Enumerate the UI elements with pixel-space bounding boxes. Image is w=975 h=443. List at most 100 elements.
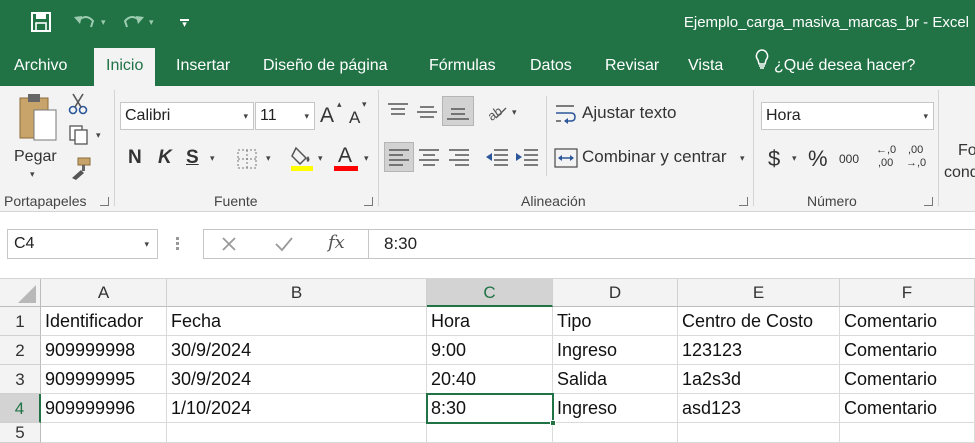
- underline-button[interactable]: S: [186, 147, 199, 169]
- cell-d3[interactable]: Salida: [553, 365, 678, 394]
- currency-button[interactable]: $: [768, 146, 780, 172]
- align-right-icon[interactable]: [446, 143, 472, 176]
- column-header-f[interactable]: F: [840, 279, 975, 307]
- tab-datos[interactable]: Datos: [530, 48, 572, 86]
- decrease-decimal-button[interactable]: ,00 →,0: [906, 144, 936, 172]
- tab-archivo[interactable]: Archivo: [14, 48, 67, 86]
- row-header-4[interactable]: 4: [0, 394, 41, 423]
- cancel-icon[interactable]: [220, 235, 238, 258]
- cell-c5[interactable]: [427, 423, 553, 443]
- format-painter-icon[interactable]: [68, 156, 92, 185]
- font-color-button[interactable]: A: [334, 144, 360, 172]
- undo-icon[interactable]: [72, 10, 98, 34]
- cell-f2[interactable]: Comentario: [840, 336, 975, 365]
- bold-button[interactable]: N: [128, 147, 142, 169]
- cell-a5[interactable]: [41, 423, 167, 443]
- column-header-b[interactable]: B: [167, 279, 427, 307]
- undo-dropdown-icon[interactable]: ▾: [101, 10, 106, 34]
- paste-dropdown-icon[interactable]: ▾: [30, 169, 35, 180]
- cell-a2[interactable]: 909999998: [41, 336, 167, 365]
- redo-icon[interactable]: [120, 10, 146, 34]
- formula-input[interactable]: 8:30: [368, 229, 975, 259]
- shrink-font-button[interactable]: A: [349, 108, 360, 128]
- tab-formulas[interactable]: Fórmulas: [429, 48, 496, 86]
- cell-d4[interactable]: Ingreso: [553, 394, 678, 423]
- row-header-2[interactable]: 2: [0, 336, 41, 365]
- copy-icon[interactable]: [68, 124, 90, 151]
- column-header-d[interactable]: D: [553, 279, 678, 307]
- cell-d5[interactable]: [553, 423, 678, 443]
- tab-revisar[interactable]: Revisar: [605, 48, 659, 86]
- select-all-button[interactable]: [0, 279, 41, 307]
- fill-color-icon[interactable]: [290, 144, 316, 177]
- cell-e1[interactable]: Centro de Costo: [678, 307, 840, 336]
- font-name-dropdown[interactable]: Calibri ▾: [120, 102, 254, 130]
- tab-diseno-de-pagina[interactable]: Diseño de página: [263, 48, 388, 86]
- tab-inicio[interactable]: Inicio: [94, 48, 156, 86]
- align-center-icon[interactable]: [416, 143, 442, 176]
- cell-e3[interactable]: 1a2s3d: [678, 365, 840, 394]
- number-format-dropdown[interactable]: Hora ▾: [761, 102, 934, 130]
- cell-e4[interactable]: asd123: [678, 394, 840, 423]
- cell-e5[interactable]: [678, 423, 840, 443]
- increase-decimal-button[interactable]: ←,0 ,00: [876, 144, 904, 172]
- orientation-icon[interactable]: ab: [485, 100, 508, 127]
- cell-b1[interactable]: Fecha: [167, 307, 427, 336]
- cell-a1[interactable]: Identificador: [41, 307, 167, 336]
- orientation-dropdown-icon[interactable]: ▾: [512, 108, 517, 117]
- cell-f4[interactable]: Comentario: [840, 394, 975, 423]
- font-launcher-icon[interactable]: [364, 197, 373, 206]
- alignment-launcher-icon[interactable]: [739, 197, 748, 206]
- row-header-3[interactable]: 3: [0, 365, 41, 394]
- italic-button[interactable]: K: [158, 147, 172, 169]
- tell-me-search[interactable]: ¿Qué desea hacer?: [754, 48, 915, 86]
- save-icon[interactable]: [30, 10, 52, 34]
- grow-font-button[interactable]: A: [320, 104, 334, 128]
- copy-dropdown-icon[interactable]: ▾: [96, 131, 101, 140]
- cell-b2[interactable]: 30/9/2024: [167, 336, 427, 365]
- thousands-button[interactable]: 000: [839, 152, 859, 166]
- cell-a4[interactable]: 909999996: [41, 394, 167, 423]
- cell-e2[interactable]: 123123: [678, 336, 840, 365]
- cell-b4[interactable]: 1/10/2024: [167, 394, 427, 423]
- redo-dropdown-icon[interactable]: ▾: [149, 10, 154, 34]
- cell-f5[interactable]: [840, 423, 975, 443]
- align-left-button[interactable]: [384, 142, 414, 172]
- conditional-format-button[interactable]: Fo cond: [944, 138, 975, 188]
- borders-icon[interactable]: [236, 148, 258, 175]
- merge-center-button[interactable]: Combinar y centrar ▾: [554, 146, 754, 172]
- cell-c3[interactable]: 20:40: [427, 365, 553, 394]
- decrease-indent-icon[interactable]: [484, 143, 510, 176]
- increase-indent-icon[interactable]: [514, 143, 540, 176]
- tab-insertar[interactable]: Insertar: [176, 48, 230, 86]
- cell-f1[interactable]: Comentario: [840, 307, 975, 336]
- name-box[interactable]: C4 ▾: [7, 229, 158, 259]
- cell-b3[interactable]: 30/9/2024: [167, 365, 427, 394]
- insert-function-icon[interactable]: fx: [328, 232, 345, 253]
- column-header-c[interactable]: C: [427, 279, 553, 307]
- cell-f3[interactable]: Comentario: [840, 365, 975, 394]
- confirm-icon[interactable]: [274, 235, 294, 258]
- font-size-dropdown[interactable]: 11 ▾: [255, 102, 315, 130]
- number-launcher-icon[interactable]: [924, 197, 933, 206]
- cell-d2[interactable]: Ingreso: [553, 336, 678, 365]
- column-header-a[interactable]: A: [41, 279, 167, 307]
- underline-dropdown-icon[interactable]: ▾: [210, 154, 215, 163]
- font-color-dropdown-icon[interactable]: ▾: [364, 154, 369, 163]
- column-header-e[interactable]: E: [678, 279, 840, 307]
- tab-vista[interactable]: Vista: [688, 48, 723, 86]
- fill-color-dropdown-icon[interactable]: ▾: [318, 154, 323, 163]
- row-header-5[interactable]: 5: [0, 423, 41, 443]
- percent-button[interactable]: %: [808, 146, 828, 172]
- cell-c4[interactable]: 8:30: [427, 394, 553, 423]
- align-middle-icon[interactable]: [415, 102, 439, 125]
- clipboard-launcher-icon[interactable]: [100, 197, 109, 206]
- align-top-icon[interactable]: [386, 102, 410, 125]
- wrap-text-button[interactable]: Ajustar texto: [554, 102, 734, 128]
- cut-icon[interactable]: [66, 92, 90, 121]
- customize-qat-icon[interactable]: ▾: [180, 10, 189, 34]
- cell-b5[interactable]: [167, 423, 427, 443]
- cell-a3[interactable]: 909999995: [41, 365, 167, 394]
- align-bottom-icon[interactable]: [442, 96, 474, 126]
- row-header-1[interactable]: 1: [0, 307, 41, 336]
